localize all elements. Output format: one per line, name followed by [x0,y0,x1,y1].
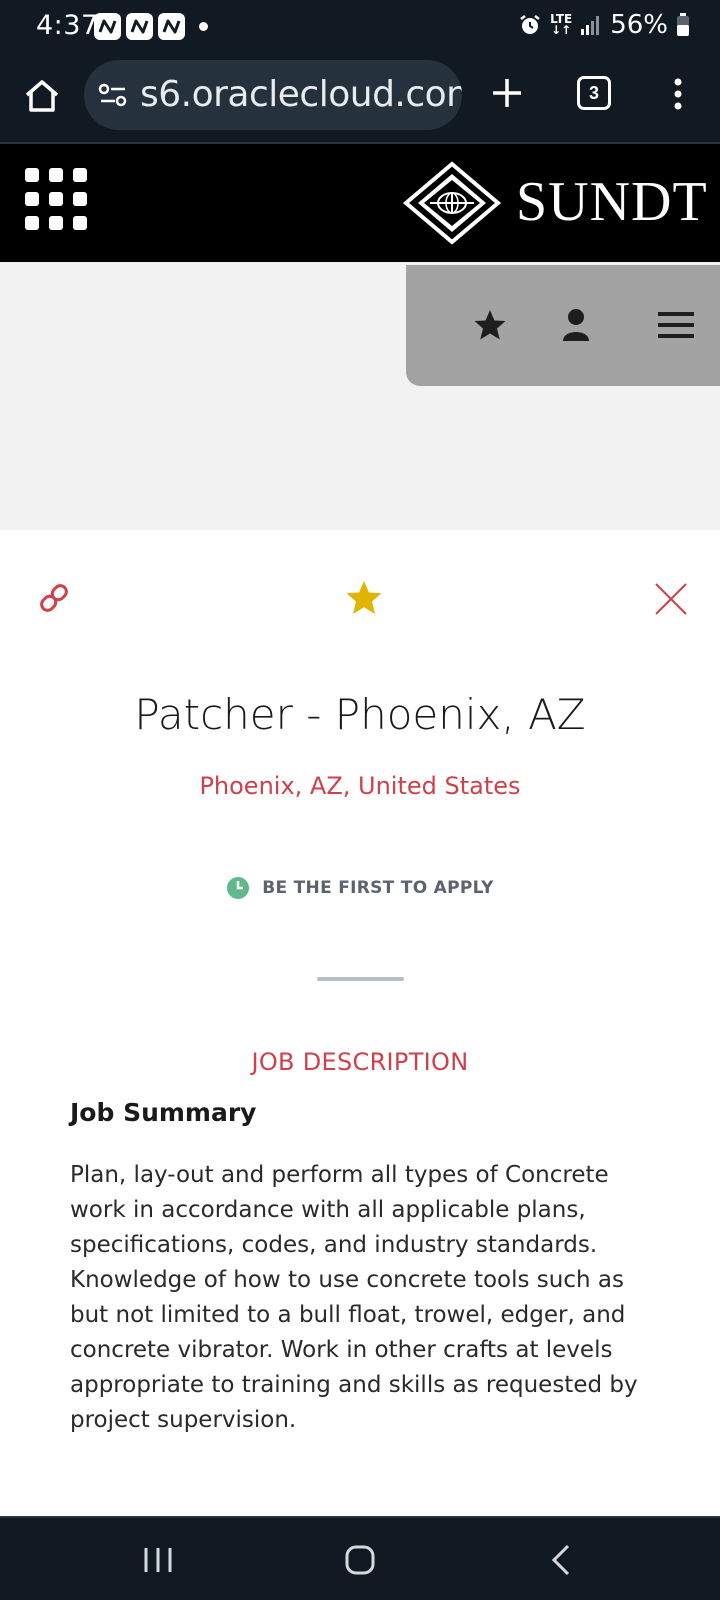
logo-text: SUNDT [516,171,708,233]
battery-icon [677,13,689,36]
signal-icon [581,16,600,35]
status-right: LTE ↓↑ 56% [518,10,690,40]
hamburger-menu-button[interactable] [656,305,696,345]
site-settings-icon[interactable] [98,82,128,108]
clock-icon [227,877,250,899]
n-app-icon [94,13,121,40]
n-app-icon [126,13,153,40]
copy-link-icon[interactable] [36,580,72,616]
network-type: LTE ↓↑ [550,12,573,37]
apps-grid-icon[interactable] [25,168,87,230]
home-nav-icon[interactable] [340,1540,380,1580]
page-top-area [0,262,720,530]
user-icon [563,309,589,341]
apply-status-label: BE THE FIRST TO APPLY [262,878,494,898]
more-notifications-dot-icon [199,22,208,31]
sundt-emblem-icon [402,161,502,245]
favorites-button[interactable] [470,305,510,345]
home-icon[interactable] [22,76,62,116]
job-summary-heading: Job Summary [70,1098,257,1127]
alarm-icon [520,15,540,34]
job-detail: Patcher - Phoenix, AZ Phoenix, AZ, Unite… [0,530,720,1516]
recent-apps-icon[interactable] [138,1540,178,1580]
job-description-heading: JOB DESCRIPTION [251,1048,469,1076]
tab-switcher-button[interactable]: 3 [577,76,611,110]
sundt-logo[interactable]: SUNDT [400,158,710,248]
status-time: 4:37 [36,10,99,41]
section-divider [317,977,404,981]
site-header: SUNDT [0,144,720,262]
job-summary-text: Plan, lay-out and perform all types of C… [70,1162,638,1433]
profile-button[interactable] [556,305,596,345]
url-text: s6.oraclecloud.com [140,74,462,115]
job-location: Phoenix, AZ, United States [199,772,521,800]
browser-toolbar: s6.oraclecloud.com 3 [0,54,720,144]
battery-level: 56% [610,10,668,40]
back-icon[interactable] [542,1540,582,1580]
user-tools-panel [406,265,720,386]
job-title: Patcher - Phoenix, AZ [134,690,586,739]
n-app-icon [158,13,185,40]
system-nav-bar [0,1516,720,1600]
close-icon[interactable] [654,582,688,616]
notification-icons [94,13,185,40]
status-bar: 4:37 LTE ↓↑ 56% [0,0,720,54]
browser-menu-icon[interactable] [664,74,692,114]
apply-status: BE THE FIRST TO APPLY [0,876,720,900]
star-icon [474,310,506,340]
hamburger-icon [658,312,694,338]
address-bar[interactable]: s6.oraclecloud.com [84,60,462,130]
favorite-star-icon[interactable] [344,578,384,618]
tab-count: 3 [588,82,599,103]
new-tab-icon[interactable] [488,74,526,112]
